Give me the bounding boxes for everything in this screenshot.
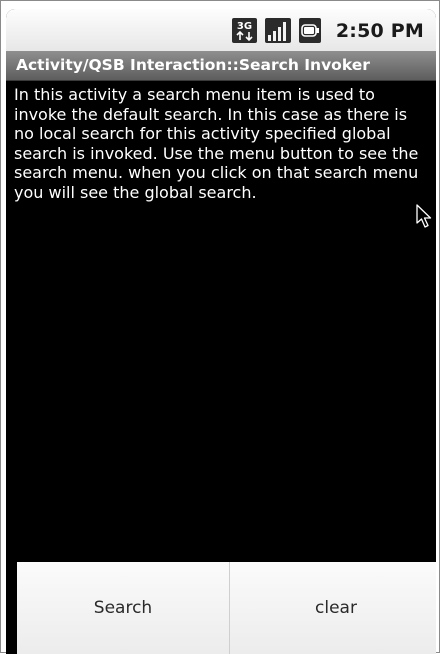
title-bar: Activity/QSB Interaction::Search Invoker [6,51,436,81]
3g-icon: 3G [231,18,257,43]
signal-strength-icon [264,18,291,43]
svg-text:3G: 3G [237,21,252,32]
status-clock: 2:50 PM [335,19,424,42]
status-icons: 3G 2:50 PM [231,17,424,44]
mouse-pointer-icon [416,204,432,228]
phone-screen: 3G 2:50 PM Activity/QSB Interaction::Sea… [6,9,436,654]
battery-icon [298,18,321,43]
clear-button[interactable]: clear [229,562,436,654]
device-frame: 3G 2:50 PM Activity/QSB Interaction::Sea… [0,0,440,654]
status-bar: 3G 2:50 PM [6,9,436,51]
description-text: In this activity a search menu item is u… [14,85,419,202]
button-bar: Search clear [17,562,436,654]
activity-title: Activity/QSB Interaction::Search Invoker [16,56,370,74]
search-button[interactable]: Search [17,562,229,654]
